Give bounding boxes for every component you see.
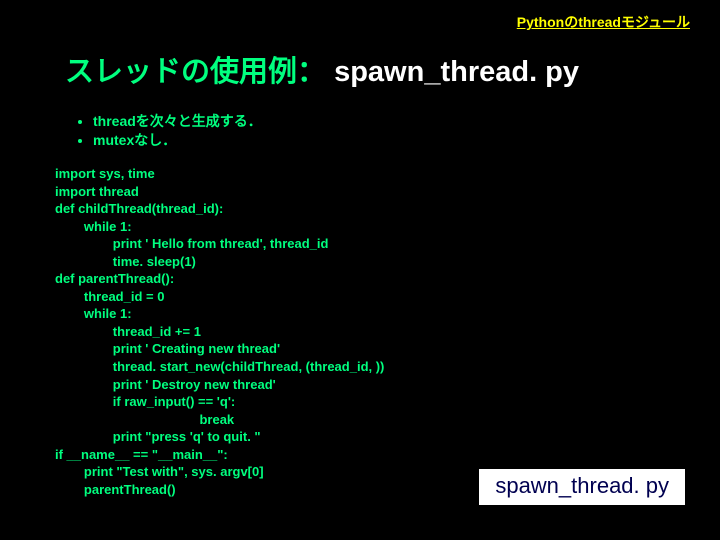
module-link[interactable]: Pythonのthreadモジュール: [517, 12, 690, 32]
title-part-white: spawn_thread. py: [326, 56, 579, 88]
bullet-item: mutexなし．: [93, 131, 262, 150]
bullet-list: threadを次々と生成する． mutexなし．: [75, 112, 262, 150]
slide: Pythonのthreadモジュール スレッドの使用例： spawn_threa…: [0, 0, 720, 540]
bullet-item: threadを次々と生成する．: [93, 112, 262, 131]
slide-title: スレッドの使用例： spawn_thread. py: [65, 48, 579, 90]
file-name-box: spawn_thread. py: [479, 469, 685, 505]
code-block: import sys, time import thread def child…: [55, 165, 384, 498]
title-part-green: スレッドの使用例：: [65, 56, 326, 88]
